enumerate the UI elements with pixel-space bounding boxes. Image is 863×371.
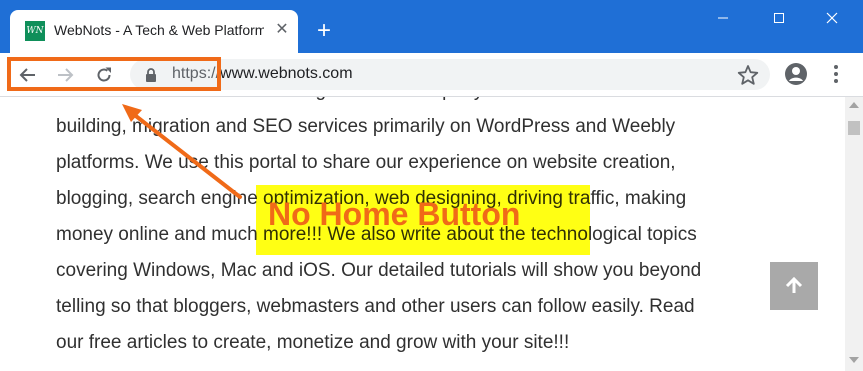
arrow-up-icon — [785, 276, 803, 293]
scroll-up-arrow-icon[interactable] — [848, 100, 860, 110]
minimize-icon — [718, 17, 728, 19]
webnots-favicon-icon: WN — [25, 21, 45, 41]
paragraph-line: telling so that bloggers, webmasters and… — [56, 296, 695, 317]
annotation-highlight-box — [7, 57, 221, 91]
account-icon[interactable] — [784, 62, 808, 86]
scroll-to-top-button[interactable] — [770, 262, 818, 310]
browser-window: WN WebNots - A Tech & Web Platform ✕ + h… — [0, 0, 863, 371]
window-close-button[interactable] — [809, 6, 855, 32]
url-host: www.webnots.com — [220, 65, 353, 82]
kebab-menu-icon[interactable] — [826, 62, 846, 86]
maximize-button[interactable] — [756, 6, 802, 32]
scroll-down-arrow-icon[interactable] — [848, 355, 860, 365]
address-bar[interactable]: https://www.webnots.com — [130, 59, 770, 90]
paragraph-line: platforms. We use this portal to share o… — [56, 152, 676, 173]
vertical-scrollbar[interactable] — [845, 97, 863, 371]
paragraph-line: covering Windows, Mac and iOS. Our detai… — [56, 260, 702, 281]
paragraph-line: building, migration and SEO services pri… — [56, 116, 676, 137]
paragraph-line: our free articles to create, monetize an… — [56, 332, 570, 353]
close-icon — [826, 12, 838, 24]
scrollbar-thumb[interactable] — [848, 121, 860, 135]
browser-tab[interactable]: WN WebNots - A Tech & Web Platform ✕ — [10, 10, 298, 53]
new-tab-button[interactable]: + — [311, 18, 337, 44]
paragraph-line: WebNots is an online consulting services… — [56, 97, 776, 109]
star-icon[interactable] — [737, 64, 759, 86]
maximize-icon — [774, 13, 784, 23]
minimize-button[interactable] — [700, 6, 746, 32]
tab-close-icon[interactable]: ✕ — [272, 20, 292, 40]
tab-strip: WN WebNots - A Tech & Web Platform ✕ + — [0, 0, 863, 53]
tab-title: WebNots - A Tech & Web Platform — [54, 22, 264, 38]
annotation-label: No Home Button — [268, 196, 521, 232]
